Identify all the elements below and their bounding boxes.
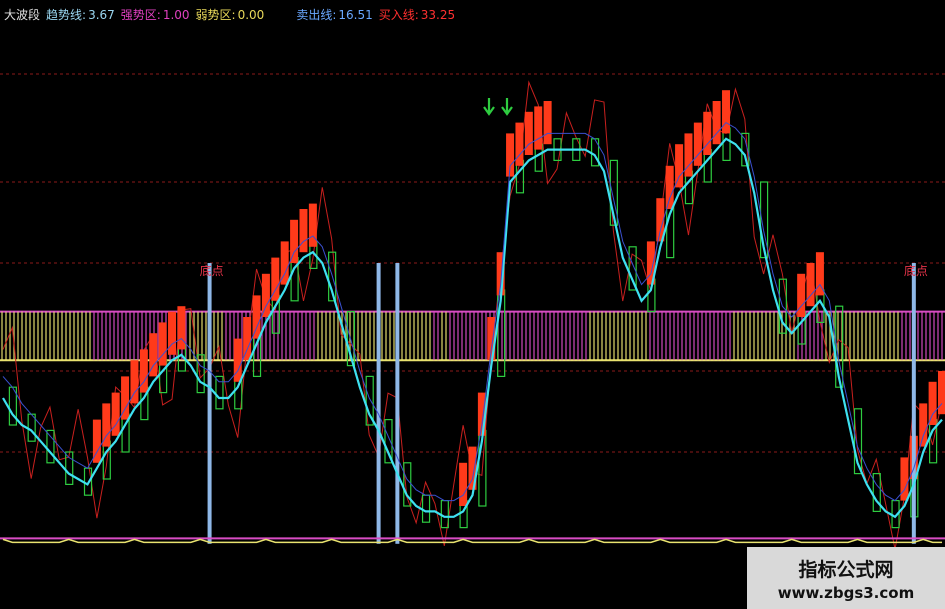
blue-signal-bar (207, 263, 212, 544)
green-box (421, 494, 431, 523)
red-block (938, 371, 945, 415)
blue-signal-bar (376, 263, 381, 544)
green-box (215, 375, 224, 410)
red-block (177, 306, 186, 350)
grid-lines (0, 73, 945, 453)
red-block (806, 263, 815, 307)
red-block (543, 101, 552, 145)
red-block (524, 111, 533, 155)
bottom-yellow-line (2, 538, 942, 544)
red-block (299, 209, 308, 253)
red-block (139, 349, 148, 393)
down-arrow-icon (483, 98, 495, 116)
blue-signal-bar (911, 263, 916, 544)
green-box (46, 429, 55, 464)
bottom-point-label-1: 底点 (200, 263, 224, 278)
green-box (872, 473, 881, 513)
red-block (919, 403, 928, 447)
blue-signal-bar (395, 263, 400, 544)
red-block (252, 295, 261, 339)
red-block (111, 392, 120, 436)
red-block (158, 322, 167, 366)
red-block (665, 165, 674, 209)
red-block (261, 273, 270, 317)
red-block (722, 90, 731, 134)
watermark-line-2: www.zbgs3.com (777, 584, 915, 602)
watermark: 指标公式网 www.zbgs3.com (747, 547, 945, 609)
red-block (693, 122, 702, 166)
red-block (515, 122, 524, 166)
red-block (233, 338, 242, 382)
red-block (534, 106, 543, 150)
bottom-lines (0, 537, 945, 544)
red-block (675, 144, 684, 188)
red-block (290, 219, 299, 263)
red-block (928, 381, 937, 425)
down-arrow-icon (501, 98, 513, 116)
red-block (797, 273, 806, 317)
red-block (712, 101, 721, 145)
bottom-point-label-2: 底点 (904, 263, 928, 278)
red-block (243, 317, 252, 361)
red-block (900, 457, 909, 501)
red-block (684, 133, 693, 177)
signal-labels: 底点 底点 (200, 98, 928, 278)
red-block (168, 311, 177, 355)
indicator-chart: 底点 底点 (0, 73, 945, 550)
red-block (308, 203, 317, 247)
red-block (703, 111, 712, 155)
watermark-line-1: 指标公式网 (798, 559, 894, 581)
red-block (459, 462, 468, 506)
